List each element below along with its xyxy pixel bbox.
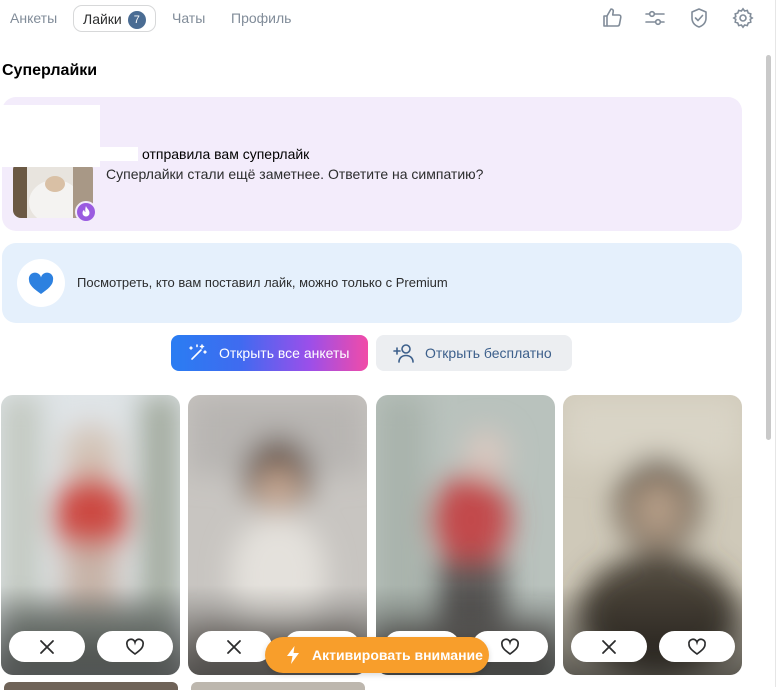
profile-card-1[interactable] [1, 395, 180, 675]
settings-gear-icon[interactable] [731, 6, 755, 30]
tab-profile[interactable]: Профиль [231, 5, 291, 32]
close-icon [227, 640, 241, 654]
profile-card-3[interactable] [376, 395, 555, 675]
likes-count-badge: 7 [127, 11, 146, 29]
scrollbar-track [775, 0, 776, 687]
tab-ankety[interactable]: Анкеты [10, 5, 57, 32]
premium-info-card[interactable]: Посмотреть, кто вам поставил лайк, можно… [2, 243, 742, 323]
add-user-icon [393, 344, 414, 363]
hidden-name-area-2 [98, 147, 138, 161]
activate-attention-button[interactable]: Активировать внимание [265, 637, 489, 673]
profile-card-6-peek[interactable] [191, 682, 365, 690]
magic-wand-icon [189, 344, 207, 360]
scrollbar-thumb[interactable] [766, 55, 771, 440]
filter-sliders-icon[interactable] [643, 6, 667, 30]
tab-likes[interactable]: Лайки 7 [73, 5, 156, 32]
flame-icon [82, 206, 90, 217]
like-button[interactable] [97, 631, 173, 662]
close-icon [40, 640, 54, 654]
premium-message: Посмотреть, кто вам поставил лайк, можно… [77, 275, 448, 290]
shield-check-icon[interactable] [687, 6, 711, 30]
superlike-badge [75, 201, 97, 223]
profile-card-2[interactable] [188, 395, 367, 675]
open-free-button[interactable]: Открыть бесплатно [376, 335, 572, 371]
open-free-label: Открыть бесплатно [425, 345, 552, 361]
superlike-card[interactable]: отправила вам суперлайк Суперлайки стали… [0, 97, 742, 231]
dislike-button[interactable] [9, 631, 85, 662]
superlike-title: отправила вам суперлайк [142, 146, 310, 162]
section-title-superlikes: Суперлайки [2, 62, 98, 79]
tab-chats[interactable]: Чаты [172, 5, 205, 32]
close-icon [602, 640, 616, 654]
heart-outline-icon [501, 638, 519, 656]
tab-likes-label: Лайки [83, 11, 122, 27]
heart-outline-icon [126, 638, 144, 656]
like-button[interactable] [659, 631, 735, 662]
profile-card-5-peek[interactable] [4, 682, 178, 690]
profile-card-4[interactable] [563, 395, 742, 675]
heart-icon [28, 272, 54, 294]
premium-heart-circle [17, 259, 65, 307]
thumbs-up-icon[interactable] [600, 6, 624, 30]
hidden-name-area [0, 105, 100, 167]
dislike-button[interactable] [196, 631, 272, 662]
superlike-description: Суперлайки стали ещё заметнее. Ответите … [106, 166, 484, 182]
lightning-icon [287, 646, 299, 664]
open-all-profiles-label: Открыть все анкеты [219, 345, 350, 361]
top-navigation: Анкеты Лайки 7 Чаты Профиль [0, 0, 778, 38]
activate-attention-label: Активировать внимание [312, 647, 483, 663]
dislike-button[interactable] [571, 631, 647, 662]
heart-outline-icon [688, 638, 706, 656]
open-all-profiles-button[interactable]: Открыть все анкеты [171, 335, 368, 371]
